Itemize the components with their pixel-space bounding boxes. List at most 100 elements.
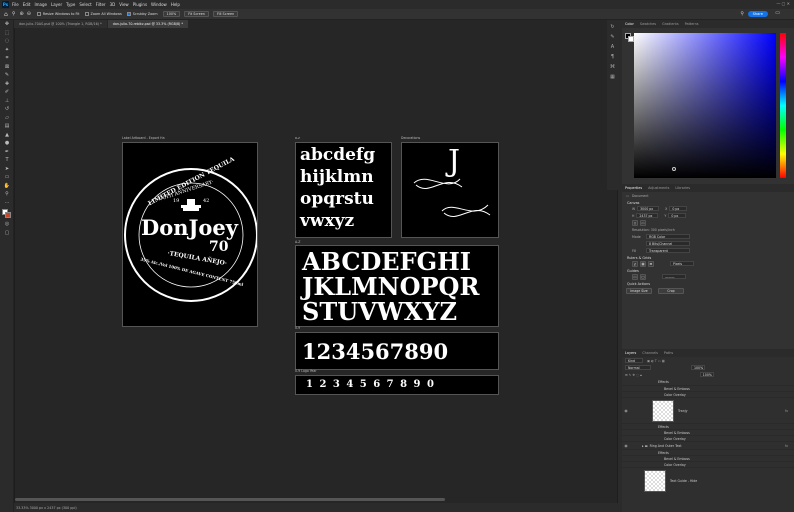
tab-libraries[interactable]: Libraries (675, 186, 690, 190)
ruler-icon[interactable]: ┏ (632, 260, 638, 267)
zoom-all-windows-checkbox[interactable]: Zoom All Windows (84, 12, 122, 16)
menu-image[interactable]: Image (34, 2, 47, 7)
landscape-icon[interactable]: ▭ (640, 219, 646, 226)
bits-select[interactable]: 8 Bits/Channel (646, 241, 690, 246)
crop-button[interactable]: Crop (658, 287, 684, 294)
resize-windows-checkbox[interactable]: Resize Windows to Fit (36, 12, 80, 16)
zoom-in-icon[interactable]: ⊕ (19, 11, 23, 17)
image-size-button[interactable]: Image Size (626, 287, 652, 294)
hand-tool-icon[interactable]: ✋ (2, 183, 12, 191)
tab-document-2[interactable]: don-julio-70-rebikz.psd @ 33.3% (RGB/8) … (107, 20, 189, 28)
share-button[interactable]: Share (747, 11, 768, 17)
layer-text-guide[interactable]: Text Guide - Hide (622, 468, 794, 494)
tab-properties[interactable]: Properties (625, 186, 642, 190)
visibility-eye-icon[interactable]: ◉ (622, 408, 630, 413)
units-select[interactable]: Pixels (670, 261, 694, 266)
guide-lock-icon[interactable]: ▢ (640, 273, 646, 280)
menu-plugins[interactable]: Plugins (133, 2, 147, 7)
menu-3d[interactable]: 3D (110, 2, 116, 7)
tab-patterns[interactable]: Patterns (685, 22, 699, 26)
menu-view[interactable]: View (119, 2, 129, 7)
menu-file[interactable]: File (12, 2, 19, 7)
guide-color-icon[interactable]: ▭ (632, 273, 638, 280)
horizontal-scrollbar[interactable] (15, 498, 445, 501)
fill-screen-button[interactable]: Fill Screen (212, 11, 239, 17)
more-tools-icon[interactable]: ··· (2, 200, 12, 208)
screen-mode-icon[interactable]: ▢ (2, 230, 12, 238)
gradient-tool-icon[interactable]: ▤ (2, 123, 12, 131)
layer-group-ring[interactable]: ◉ ▸ ▬ Ring And Outer Text fx (622, 442, 794, 450)
healing-tool-icon[interactable]: ✚ (2, 81, 12, 89)
crop-tool-icon[interactable]: ⌗ (2, 55, 12, 63)
layer-tranjy[interactable]: ◉ Tranjy fx (622, 398, 794, 424)
menu-edit[interactable]: Edit (23, 2, 31, 7)
move-tool-icon[interactable]: ✥ (2, 21, 12, 29)
swatches-side-icon[interactable]: ▦ (607, 74, 618, 80)
zoom-tool-side-icon[interactable]: ⚲ (2, 191, 12, 199)
rectangle-tool-icon[interactable]: ▭ (2, 174, 12, 182)
magic-wand-tool-icon[interactable]: ✦ (2, 47, 12, 55)
opacity-field[interactable]: 100% (691, 365, 705, 370)
history-brush-icon[interactable]: ↺ (2, 106, 12, 114)
menu-filter[interactable]: Filter (96, 2, 106, 7)
history-icon[interactable]: ↻ (607, 24, 618, 30)
fx-icon[interactable]: fx (785, 444, 788, 448)
eyedropper-tool-icon[interactable]: ✎ (2, 72, 12, 80)
menu-window[interactable]: Window (151, 2, 167, 7)
layer-effects-1[interactable]: Effects (622, 378, 794, 386)
color-picker-cursor[interactable] (672, 167, 676, 171)
color-swatches-icon[interactable] (2, 209, 12, 219)
menu-layer[interactable]: Layer (51, 2, 62, 7)
tab-channels[interactable]: Channels (642, 351, 658, 355)
artboard-label[interactable]: LIMITED EDITION TEQUILA ·70TH ANNIVERSAR… (122, 142, 258, 327)
tab-color[interactable]: Color (625, 22, 634, 26)
lasso-tool-icon[interactable]: ◌ (2, 38, 12, 46)
paragraph-icon[interactable]: ¶ (607, 54, 618, 60)
dodge-tool-icon[interactable]: ● (2, 140, 12, 148)
workspace-icon[interactable]: ▭ (775, 10, 780, 16)
tab-layers[interactable]: Layers (625, 351, 636, 355)
x-field[interactable]: 0 px (669, 206, 688, 211)
tab-document-1[interactable]: don-julio-70AS.psd @ 100% (Triangle 1, R… (14, 20, 107, 28)
layer-kind-select[interactable]: Kind (625, 358, 643, 363)
mode-select[interactable]: RGB Color (646, 234, 690, 239)
fill-field[interactable]: 100% (699, 372, 714, 377)
color-field[interactable] (634, 33, 776, 178)
artboard-numbers[interactable]: 1234567890 (295, 332, 499, 370)
quick-mask-icon[interactable]: ◎ (2, 221, 12, 229)
width-field[interactable]: 3000 px (637, 206, 660, 211)
window-controls-icon[interactable]: — ▢ ✕ (776, 1, 790, 6)
quick-actions-title[interactable]: Quick Actions (622, 282, 794, 286)
search-icon[interactable]: ⚲ (740, 11, 744, 17)
canvas-area[interactable]: Label Artboard - Export Ha LIMITED EDITI… (15, 28, 617, 503)
visibility-eye-icon[interactable]: ◉ (622, 443, 630, 448)
marquee-tool-icon[interactable]: ⬚ (2, 30, 12, 38)
eraser-tool-icon[interactable]: ▱ (2, 115, 12, 123)
fx-icon[interactable]: fx (785, 409, 788, 413)
menu-type[interactable]: Type (66, 2, 75, 7)
brush-settings-icon[interactable]: ✎ (607, 34, 618, 40)
lock-icons[interactable]: ⊞ ✎ ✥ ⬚ 🔒︎ (625, 373, 642, 377)
stamp-tool-icon[interactable]: ⊥ (2, 98, 12, 106)
pen-tool-icon[interactable]: ✒ (2, 149, 12, 157)
snap-icon[interactable]: ⊞ (648, 260, 654, 267)
character-icon[interactable]: A (607, 44, 618, 50)
brush-tool-icon[interactable]: ✐ (2, 89, 12, 97)
hue-slider[interactable] (780, 33, 786, 178)
path-select-icon[interactable]: ➤ (2, 166, 12, 174)
fit-screen-button[interactable]: Fit Screen (184, 11, 209, 17)
artboard-lowercase[interactable]: abcdefg hijklmn opqrstu vwxyz (295, 142, 392, 238)
zoom-tool-icon[interactable]: ⚲ (12, 11, 16, 17)
frame-tool-icon[interactable]: ⊠ (2, 64, 12, 72)
zoom-100-button[interactable]: 100% (162, 11, 181, 17)
tab-gradients[interactable]: Gradients (662, 22, 679, 26)
blur-tool-icon[interactable]: ▲ (2, 132, 12, 140)
home-icon[interactable]: ⌂ (4, 11, 8, 18)
scrubby-zoom-checkbox[interactable]: Scrubby Zoom (126, 12, 158, 16)
artboard-uppercase[interactable]: ABCDEFGHI JKLMNOPQR STUVWXYZ (295, 245, 499, 327)
zoom-out-icon[interactable]: ⊖ (27, 11, 31, 17)
filter-icons[interactable]: ▣ ◐ T ▭ ▦ (647, 359, 665, 363)
portrait-icon[interactable]: ▯ (632, 219, 638, 226)
tab-swatches[interactable]: Swatches (640, 22, 656, 26)
type-tool-icon[interactable]: T (2, 157, 12, 165)
